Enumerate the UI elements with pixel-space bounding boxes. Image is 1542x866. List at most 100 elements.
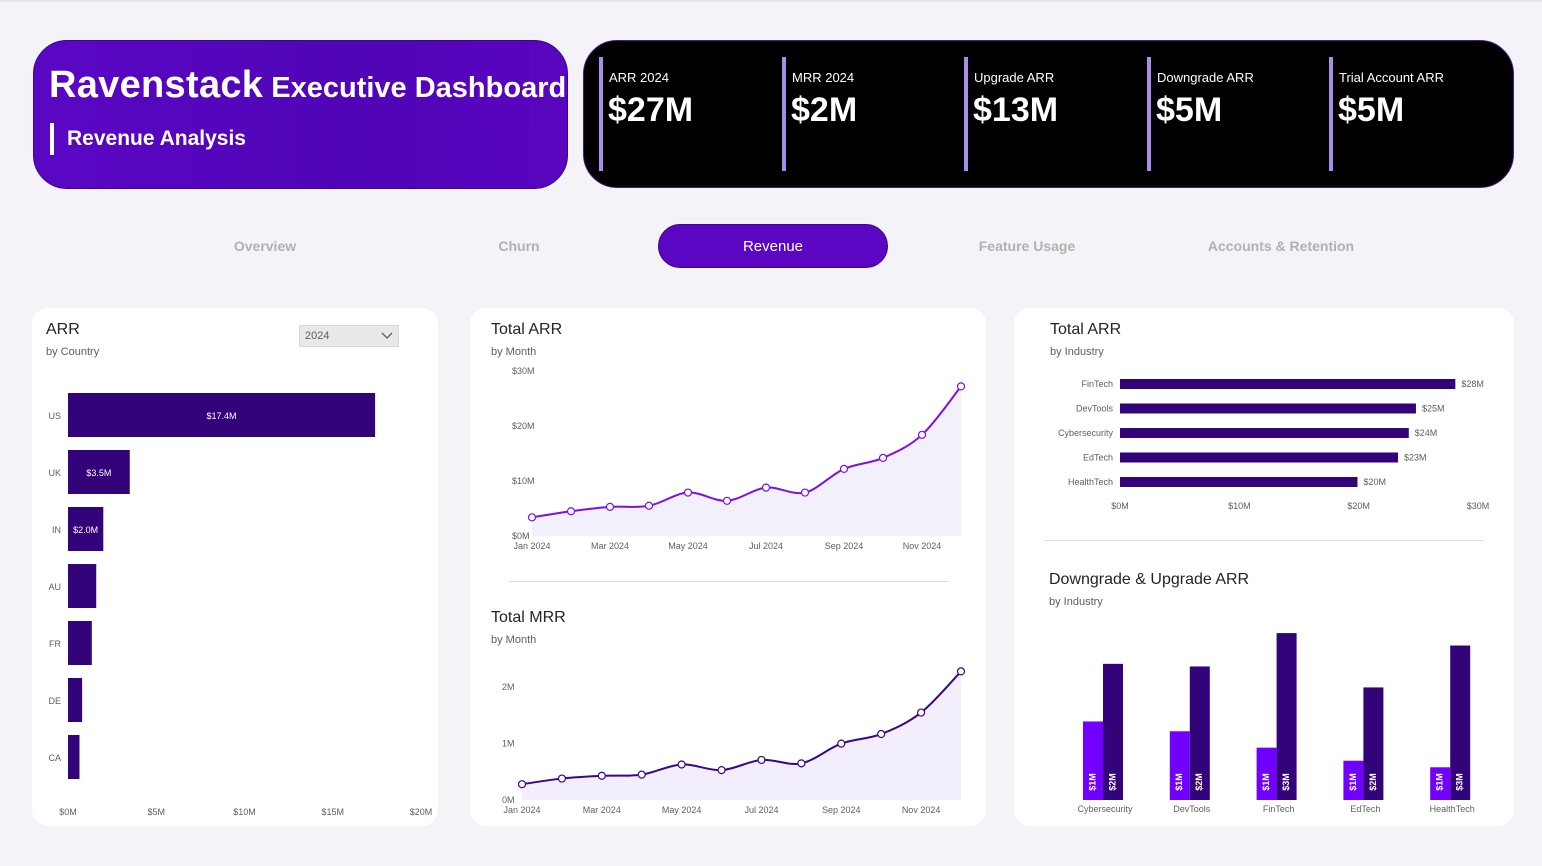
kpi-accent-bar: [782, 57, 786, 171]
data-label: $17.4M: [207, 411, 237, 421]
chart-title: Total ARR: [491, 321, 563, 338]
bar: [68, 735, 80, 779]
chart-title: Total MRR: [491, 609, 566, 626]
area-fill: [532, 386, 961, 536]
year-filter-value: 2024: [305, 330, 330, 342]
category-label: Cybersecurity: [1077, 804, 1133, 814]
category-label: DevTools: [1173, 804, 1211, 814]
kpi-label: ARR 2024: [609, 70, 669, 85]
data-point: [761, 483, 771, 492]
arr-by-country-chart: US $17.4M UK $3.5M IN $2.0M AU FR DE CA $0M $5M $10M…: [48, 393, 433, 817]
kpi-card: ARR 2024 $27M MRR 2024 $2M Upgrade ARR $…: [583, 40, 1514, 188]
x-tick-label: $20M: [410, 807, 433, 817]
data-label: $2M: [1107, 773, 1117, 791]
tab-overview[interactable]: Overview: [150, 224, 380, 268]
category-label: Cybersecurity: [1058, 428, 1114, 438]
data-point: [837, 739, 846, 748]
data-point: [566, 507, 576, 516]
x-tick-label: Sep 2024: [822, 805, 861, 815]
data-label: $3M: [1281, 773, 1291, 791]
x-tick-label: Jul 2024: [749, 541, 783, 551]
x-tick-label: $0M: [59, 807, 77, 817]
data-label: $28M: [1461, 379, 1484, 389]
x-tick-label: Nov 2024: [903, 541, 942, 551]
category-label: DE: [48, 696, 61, 706]
x-tick-label: $10M: [1228, 501, 1251, 511]
category-label: IN: [52, 525, 61, 535]
total-mrr-by-month-chart: 0M 1M 2M Jan 2024 Mar 2024 May 2024 Jul 2024 Se…: [502, 667, 966, 815]
data-point: [956, 667, 966, 676]
x-tick-label: Mar 2024: [591, 541, 629, 551]
category-label: EdTech: [1350, 804, 1380, 814]
x-tick-label: $5M: [147, 807, 165, 817]
data-point: [839, 464, 849, 474]
y-tick-label: $10M: [512, 476, 535, 486]
area-fill: [522, 671, 961, 800]
y-tick-label: 2M: [502, 682, 515, 692]
data-point: [917, 430, 927, 439]
bar: [1120, 403, 1416, 414]
x-tick-label: May 2024: [662, 805, 702, 815]
data-point: [956, 382, 966, 391]
bar: [1120, 452, 1399, 463]
top-border: [0, 0, 1542, 2]
year-filter-dropdown[interactable]: 2024: [299, 325, 399, 347]
data-label: $1M: [1087, 773, 1097, 791]
x-tick-label: May 2024: [668, 541, 708, 551]
data-point: [637, 770, 646, 779]
tab-feature-usage[interactable]: Feature Usage: [912, 224, 1142, 268]
chart-title: Downgrade & Upgrade ARR: [1049, 571, 1250, 588]
chart-subtitle: by Industry: [1049, 596, 1103, 608]
data-point: [683, 488, 693, 497]
data-label: $2.0M: [73, 525, 98, 535]
x-tick-label: $20M: [1347, 501, 1370, 511]
x-tick-label: Jan 2024: [513, 541, 550, 551]
bar: [1120, 428, 1409, 438]
x-tick-label: $30M: [1467, 501, 1490, 511]
divider: [1044, 540, 1484, 541]
chart-subtitle: by Country: [46, 346, 100, 358]
kpi-label: Trial Account ARR: [1339, 70, 1445, 85]
chart-subtitle: by Month: [491, 346, 537, 358]
kpi-accent-bar: [599, 57, 603, 171]
data-label: $1M: [1174, 773, 1184, 791]
category-label: AU: [48, 582, 61, 592]
x-tick-label: Jan 2024: [503, 805, 540, 815]
data-point: [597, 771, 606, 780]
y-tick-label: $0M: [512, 531, 530, 541]
data-point: [800, 488, 810, 497]
x-tick-label: $10M: [233, 807, 256, 817]
category-label: DevTools: [1076, 404, 1114, 414]
x-tick-label: Jul 2024: [744, 805, 778, 815]
category-label: HealthTech: [1430, 804, 1475, 814]
tab-churn[interactable]: Churn: [404, 224, 634, 268]
brand-name: Ravenstack: [49, 64, 264, 106]
data-point: [797, 759, 806, 768]
kpi-label: MRR 2024: [792, 70, 855, 85]
category-label: CA: [48, 753, 61, 763]
data-point: [916, 708, 926, 717]
category-label: FR: [49, 639, 61, 649]
category-label: HealthTech: [1068, 477, 1113, 487]
y-tick-label: $30M: [512, 366, 535, 376]
data-point: [605, 502, 615, 511]
category-label: US: [48, 411, 61, 421]
data-point: [644, 501, 654, 510]
data-point: [527, 513, 537, 522]
x-tick-label: $15M: [321, 807, 344, 817]
subtitle-accent-bar: [50, 123, 54, 155]
data-point: [677, 760, 686, 769]
data-label: $23M: [1404, 453, 1427, 463]
data-label: $1M: [1348, 773, 1358, 791]
title-text: Executive Dashboard: [271, 72, 567, 104]
chart-subtitle: by Industry: [1050, 346, 1104, 358]
kpi-accent-bar: [1329, 57, 1333, 171]
data-point: [557, 774, 567, 783]
chart-title: Total ARR: [1050, 321, 1122, 338]
tab-revenue[interactable]: Revenue: [658, 224, 888, 268]
tab-accounts-retention[interactable]: Accounts & Retention: [1166, 224, 1396, 268]
kpi-value: $27M: [608, 91, 694, 129]
data-label: $2M: [1194, 773, 1204, 791]
data-point: [517, 780, 527, 789]
x-tick-label: Sep 2024: [825, 541, 864, 551]
